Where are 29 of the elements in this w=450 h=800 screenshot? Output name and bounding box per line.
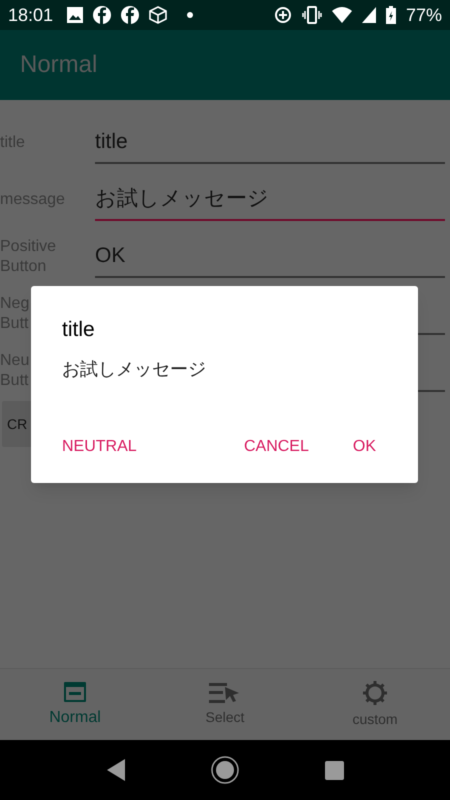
- battery-percent: 77%: [406, 4, 442, 26]
- dialog-button[interactable]: CANCEL: [244, 435, 309, 459]
- dot-icon: [187, 12, 194, 18]
- wifi-icon: [332, 7, 352, 23]
- dialog-button[interactable]: NEUTRAL: [62, 435, 137, 459]
- input-field[interactable]: OK: [95, 236, 445, 278]
- home-icon[interactable]: [210, 756, 238, 784]
- dialog-title: title: [62, 317, 96, 343]
- image-icon: [67, 7, 84, 23]
- cube-icon: [149, 6, 168, 24]
- app-bar-title: Normal: [20, 50, 98, 80]
- input-field[interactable]: お試しメッセージ: [95, 178, 445, 220]
- status-time: 18:01: [8, 4, 54, 26]
- data-saver-icon: [274, 6, 292, 24]
- circle-f-icon: [121, 6, 140, 24]
- battery-icon: [386, 6, 396, 24]
- dialog-button[interactable]: OK: [352, 435, 376, 459]
- create-button[interactable]: CR: [2, 401, 31, 447]
- settings-icon: [361, 679, 389, 707]
- input-field[interactable]: title: [95, 122, 445, 164]
- back-icon[interactable]: [106, 759, 124, 781]
- vibrate-icon: [302, 6, 322, 24]
- signal-icon: [362, 7, 376, 23]
- window-icon: [63, 680, 87, 704]
- circle-f-icon: [93, 6, 112, 24]
- dialog-message: お試しメッセージ: [62, 358, 207, 380]
- list-cursor-icon: [209, 681, 241, 705]
- recents-icon[interactable]: [324, 760, 344, 780]
- nav-tab[interactable]: Normal: [0, 669, 150, 740]
